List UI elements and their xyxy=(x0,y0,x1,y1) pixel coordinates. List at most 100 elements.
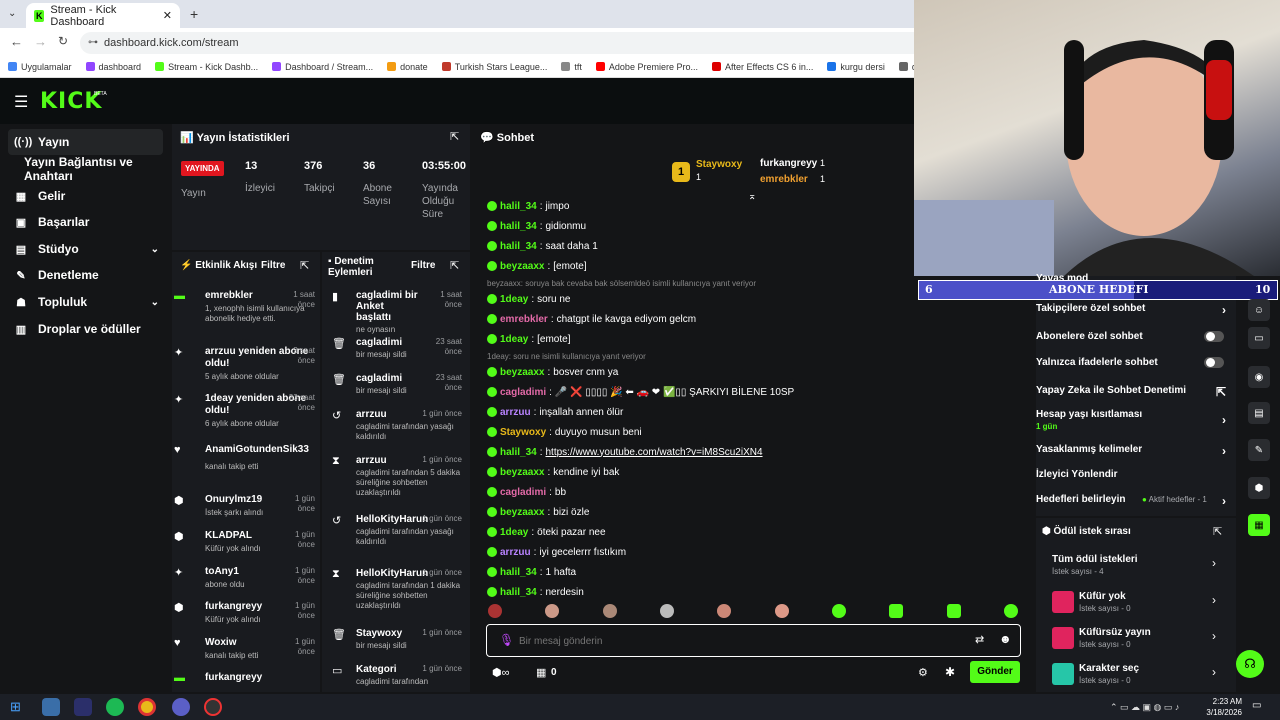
activity-filter-button[interactable]: Filtre xyxy=(261,260,285,271)
setting-subs-only[interactable]: Abonelere özel sohbet xyxy=(1036,331,1232,342)
emote-icon[interactable] xyxy=(831,604,846,618)
sidebar-item-studyo[interactable]: ▤ Stüdyo ⌄ xyxy=(8,236,163,262)
sidebar-item-yayin[interactable]: ((·)) Yayın xyxy=(8,129,163,155)
setting-emote-only[interactable]: Yalnızca ifadelerle sohbet xyxy=(1036,357,1232,368)
emote-icon[interactable] xyxy=(602,604,617,618)
chat-username[interactable]: arrzuu xyxy=(500,547,531,558)
rail-reward-icon[interactable]: ⬢ xyxy=(1248,477,1270,499)
reward-item[interactable]: Küfürsüz yayın İstek sayısı - 0 › xyxy=(1052,625,1230,655)
taskbar-app-icon[interactable] xyxy=(74,698,92,716)
send-button[interactable]: Gönder xyxy=(970,661,1020,683)
setting-goals[interactable]: Hedefleri belirleyin ● Aktif hedefler - 1… xyxy=(1036,494,1232,508)
chat-username[interactable]: beyzaaxx xyxy=(500,467,544,478)
sidebar-item-droplar[interactable]: ▥ Droplar ve ödüller xyxy=(8,316,163,342)
settings-icon[interactable]: ⚙ xyxy=(918,666,928,679)
rail-kick-icon[interactable]: ▦ xyxy=(1248,514,1270,536)
reward-all-requests[interactable]: Tüm ödül istekleri İstek sayısı - 4 › xyxy=(1052,552,1230,582)
chat-username[interactable]: emrebkler xyxy=(500,314,548,325)
rail-wrench-icon[interactable]: ✎ xyxy=(1248,439,1270,461)
chat-username[interactable]: halil_34 xyxy=(500,221,537,232)
bookmark-kurgu[interactable]: kurgu dersi xyxy=(827,62,885,72)
bookmark-apps[interactable]: Uygulamalar xyxy=(8,62,72,72)
system-tray-icons[interactable]: ⌃ ▭ ☁ ▣ ◍ ▭ ♪ xyxy=(1110,702,1179,713)
chat-username[interactable]: halil_34 xyxy=(500,201,537,212)
chat-input[interactable] xyxy=(519,633,939,649)
back-icon[interactable]: ← xyxy=(10,34,23,49)
setting-followers-only[interactable]: Takipçilere özel sohbet › xyxy=(1036,303,1232,317)
microphone-icon[interactable]: 🎙 xyxy=(499,633,514,647)
reward-item[interactable]: Karakter seç İstek sayısı - 0 › xyxy=(1052,661,1230,691)
emote-only-toggle[interactable] xyxy=(1204,357,1224,368)
taskbar-app-icon[interactable] xyxy=(42,698,60,716)
browser-tab[interactable]: K Stream - Kick Dashboard ✕ xyxy=(26,3,180,28)
chat-username[interactable]: halil_34 xyxy=(500,447,537,458)
sidebar-item-stream-key[interactable]: Yayın Bağlantısı ve Anahtarı xyxy=(18,155,178,183)
chrome-icon[interactable] xyxy=(138,698,156,716)
support-headset-icon[interactable]: ☊ xyxy=(1236,650,1264,678)
bookmark-tft[interactable]: tft xyxy=(561,62,582,72)
rail-broadcast-icon[interactable]: ◉ xyxy=(1248,366,1270,388)
popout-icon[interactable]: ⇱ xyxy=(300,259,309,272)
setting-viewer-redirect[interactable]: İzleyici Yönlendir xyxy=(1036,469,1232,480)
chat-username[interactable]: cagladimi xyxy=(500,387,546,398)
chat-username[interactable]: halil_34 xyxy=(500,567,537,578)
chat-username[interactable]: arrzuu xyxy=(500,407,531,418)
rail-chat-icon[interactable]: ▭ xyxy=(1248,327,1270,349)
chat-username[interactable]: 1deay xyxy=(500,527,528,538)
translate-icon[interactable]: ⇄ xyxy=(975,633,984,646)
setting-ai-moderation[interactable]: Yapay Zeka ile Sohbet Denetimi ⇱ xyxy=(1036,385,1232,399)
bookmark-stream-kick[interactable]: Stream - Kick Dashb... xyxy=(155,62,258,72)
bookmark-donate[interactable]: donate xyxy=(387,62,428,72)
tab-list-icon[interactable]: ⌄ xyxy=(8,8,16,19)
emote-icon[interactable] xyxy=(889,604,904,618)
site-info-icon[interactable]: ⊶ xyxy=(88,37,98,48)
chat-username[interactable]: 1deay xyxy=(500,334,528,345)
chat-username[interactable]: halil_34 xyxy=(500,587,537,598)
rail-user-icon[interactable]: ☺ xyxy=(1248,299,1270,321)
rail-list-icon[interactable]: ▤ xyxy=(1248,402,1270,424)
sidebar-item-denetleme[interactable]: ✎ Denetleme xyxy=(8,262,163,288)
emote-icon[interactable] xyxy=(488,604,502,618)
setting-account-age[interactable]: Hesap yaşı kısıtlaması 1 gün › xyxy=(1036,409,1232,431)
popout-icon[interactable]: ⇱ xyxy=(450,130,459,143)
setting-banned-words[interactable]: Yasaklanmış kelimeler › xyxy=(1036,444,1232,458)
discord-icon[interactable] xyxy=(172,698,190,716)
gift-box-icon[interactable]: ▦ xyxy=(536,666,546,679)
kick-emote-icon[interactable]: ✱ xyxy=(945,665,955,679)
subs-only-toggle[interactable] xyxy=(1204,331,1224,342)
emote-icon[interactable] xyxy=(545,604,560,618)
bookmark-after-effects[interactable]: After Effects CS 6 in... xyxy=(711,62,813,72)
chat-username[interactable]: Staywoxy xyxy=(500,427,546,438)
forward-icon[interactable]: → xyxy=(34,34,47,49)
new-tab-icon[interactable]: + xyxy=(190,6,198,22)
reward-item[interactable]: Küfür yok İstek sayısı - 0 › xyxy=(1052,589,1230,619)
emote-icon[interactable] xyxy=(774,604,789,618)
notification-icon[interactable]: ▭ xyxy=(1252,700,1261,711)
chat-username[interactable]: halil_34 xyxy=(500,241,537,252)
chat-username[interactable]: cagladimi xyxy=(500,487,546,498)
emote-icon[interactable] xyxy=(1003,604,1018,618)
moderation-filter-button[interactable]: Filtre xyxy=(411,260,435,271)
collapse-icon[interactable]: ⌅ xyxy=(748,191,756,202)
bookmark-premiere[interactable]: Adobe Premiere Pro... xyxy=(595,62,698,72)
close-tab-icon[interactable]: ✕ xyxy=(163,9,172,22)
emote-icon[interactable] xyxy=(946,604,961,618)
bookmark-tsl[interactable]: Turkish Stars League... xyxy=(441,62,547,72)
chat-username[interactable]: beyzaaxx xyxy=(500,367,544,378)
spotify-icon[interactable] xyxy=(106,698,124,716)
bookmark-dashboard-stream[interactable]: Dashboard / Stream... xyxy=(272,62,373,72)
sidebar-item-gelir[interactable]: ▦ Gelir xyxy=(8,183,163,209)
menu-icon[interactable]: ☰ xyxy=(14,92,28,112)
bookmark-dashboard[interactable]: dashboard xyxy=(85,62,141,72)
chat-text[interactable]: https://www.youtube.com/watch?v=iM8Scu2i… xyxy=(545,447,762,458)
emote-icon[interactable] xyxy=(717,604,732,618)
points-icon[interactable]: ⬢∞ xyxy=(492,666,509,679)
chat-input-box[interactable]: 🎙 ⇄ ☻ xyxy=(486,624,1021,657)
chat-username[interactable]: 1deay xyxy=(500,294,528,305)
chat-username[interactable]: beyzaaxx xyxy=(500,507,544,518)
obs-icon[interactable] xyxy=(204,698,222,716)
chat-username[interactable]: beyzaaxx xyxy=(500,261,544,272)
popout-icon[interactable]: ⇱ xyxy=(450,259,459,272)
reload-icon[interactable]: ↻ xyxy=(58,34,68,48)
sidebar-item-basarilar[interactable]: ▣ Başarılar xyxy=(8,209,163,235)
